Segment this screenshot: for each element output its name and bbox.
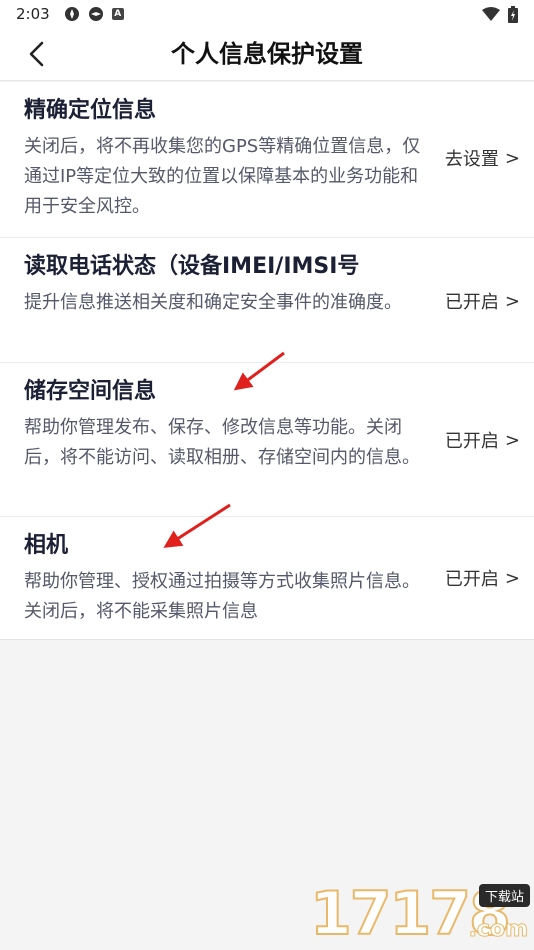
app-icon (88, 7, 103, 21)
status-icons-right (482, 5, 518, 23)
watermark-logo: 17178 下载站 .com (309, 879, 530, 949)
setting-title: 精确定位信息 (24, 98, 157, 123)
chevron-left-icon (29, 41, 44, 67)
setting-description: 关闭后，将不再收集您的GPS等精确位置信息，仅通过IP等定位大致的位置以保障基本… (24, 136, 421, 217)
setting-item-camera[interactable]: 相机 帮助你管理、授权通过拍摄等方式收集照片信息。关闭后，将不能采集照片信息 已… (0, 517, 534, 640)
setting-description: 帮助你管理发布、保存、修改信息等功能。关闭后，将不能访问、读取相册、存储空间内的… (24, 417, 420, 468)
setting-title: 相机 (24, 533, 69, 558)
status-bar: 2:03 A (0, 0, 534, 28)
chevron-right-icon: > (504, 567, 520, 589)
watermark-tag: 下载站 (478, 884, 530, 907)
back-button[interactable] (18, 36, 54, 72)
watermark-suffix: .com (468, 917, 528, 943)
watermark-number: 17178 (309, 879, 512, 949)
setting-item-storage[interactable]: 储存空间信息 帮助你管理发布、保存、修改信息等功能。关闭后，将不能访问、读取相册… (0, 363, 534, 517)
wifi-icon (482, 7, 500, 21)
enabled-status-button[interactable]: 已开启 > (445, 427, 520, 453)
settings-list: 精确定位信息 关闭后，将不再收集您的GPS等精确位置信息，仅通过IP等定位大致的… (0, 82, 534, 640)
setting-item-location[interactable]: 精确定位信息 关闭后，将不再收集您的GPS等精确位置信息，仅通过IP等定位大致的… (0, 82, 534, 238)
setting-action-label: 已开启 (444, 292, 499, 313)
setting-item-phone-state[interactable]: 读取电话状态（设备IMEI/IMSI号 提升信息推送相关度和确定安全事件的准确度… (0, 238, 534, 363)
chevron-right-icon: > (504, 147, 520, 169)
go-settings-button[interactable]: 去设置 > (445, 145, 520, 171)
status-icons-left: A (64, 6, 124, 22)
status-time: 2:03 (16, 5, 50, 23)
chevron-right-icon: > (504, 290, 520, 312)
chevron-right-icon: > (504, 429, 520, 451)
enabled-status-button[interactable]: 已开启 > (445, 288, 520, 314)
battery-icon (508, 5, 518, 23)
setting-description: 提升信息推送相关度和确定安全事件的准确度。 (24, 292, 402, 313)
enabled-status-button[interactable]: 已开启 > (445, 565, 520, 591)
setting-title: 读取电话状态（设备IMEI/IMSI号 (24, 254, 360, 279)
app-icon (64, 7, 79, 21)
setting-action-label: 已开启 (444, 569, 499, 590)
setting-action-label: 已开启 (444, 431, 499, 452)
header: 个人信息保护设置 (0, 28, 534, 81)
setting-title: 储存空间信息 (24, 379, 157, 404)
setting-description: 帮助你管理、授权通过拍摄等方式收集照片信息。关闭后，将不能采集照片信息 (24, 571, 420, 622)
setting-action-label: 去设置 (444, 149, 499, 170)
a-icon: A (111, 8, 124, 20)
page-title: 个人信息保护设置 (171, 40, 363, 68)
